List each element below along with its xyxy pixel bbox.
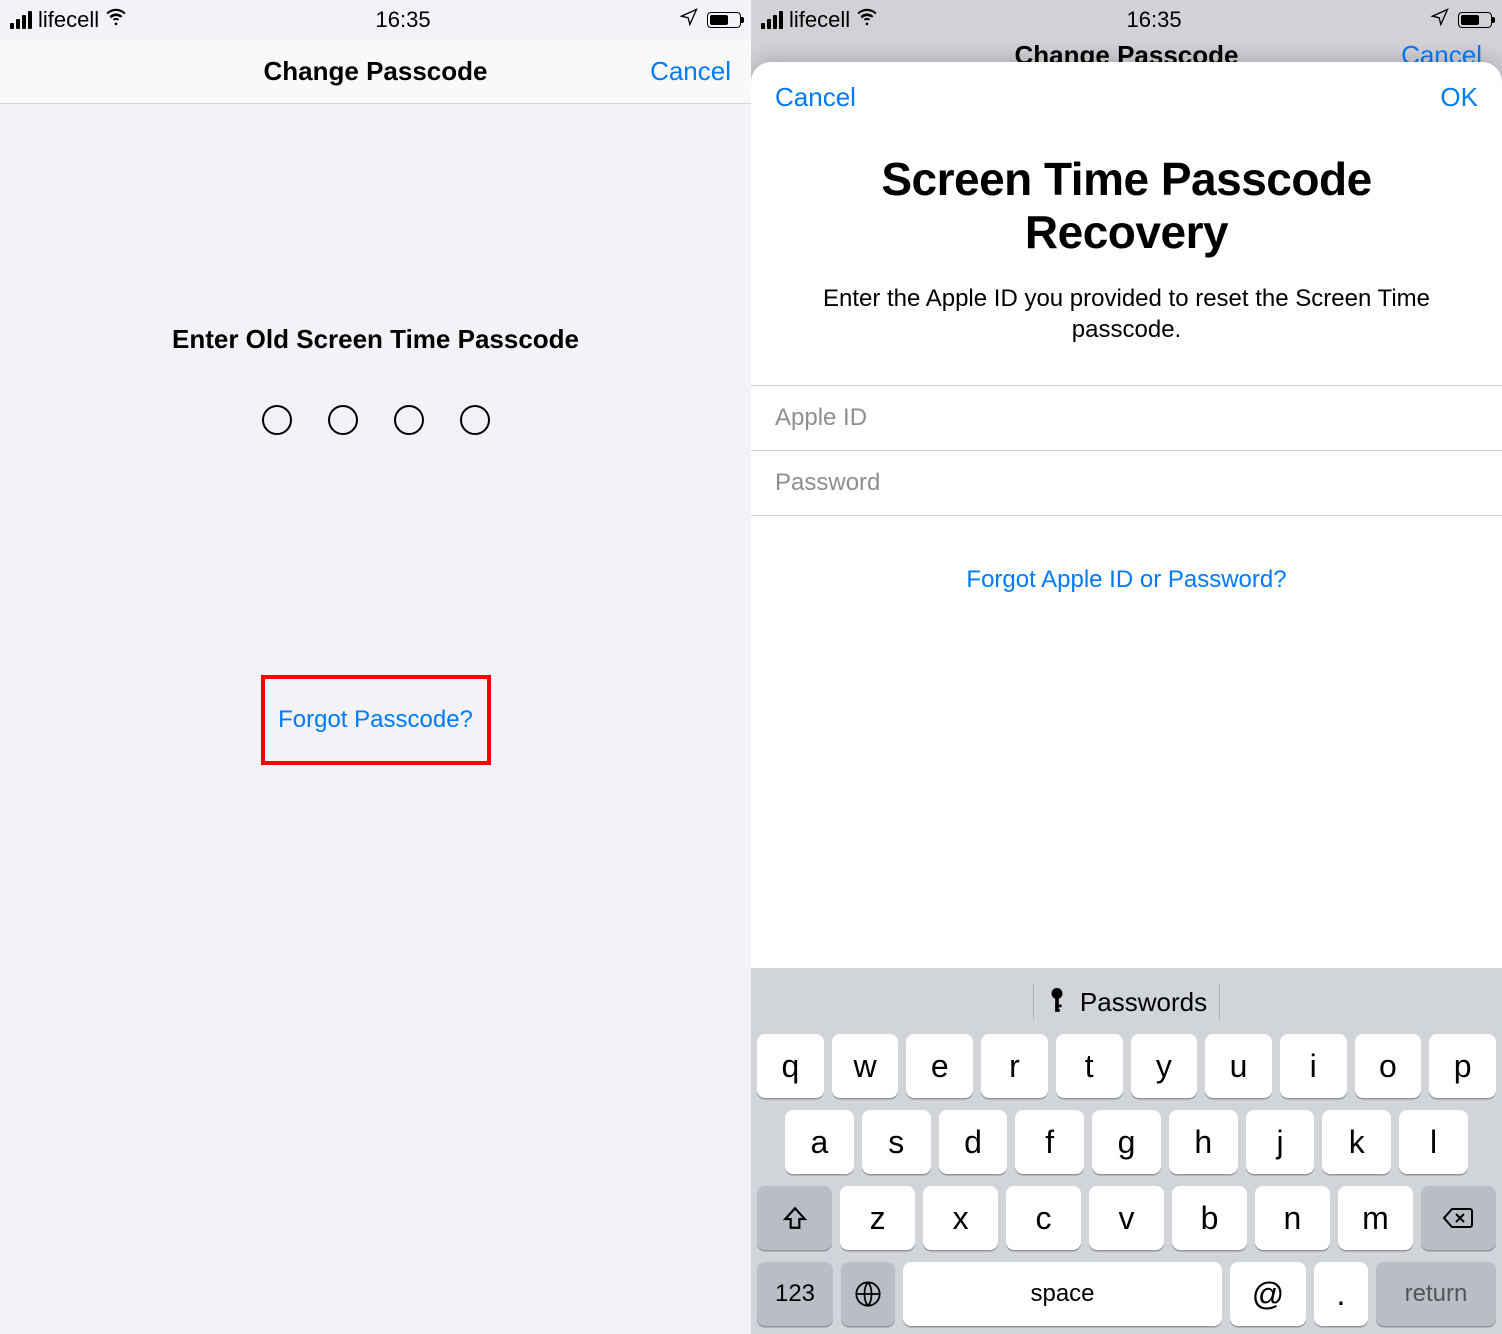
passcode-dot: [394, 405, 424, 435]
key-o[interactable]: o: [1355, 1034, 1422, 1098]
keyboard-row-3: zxcvbnm: [757, 1186, 1496, 1250]
suggestion-separator: [1219, 984, 1220, 1020]
key-t[interactable]: t: [1056, 1034, 1123, 1098]
key-y[interactable]: y: [1131, 1034, 1198, 1098]
key-k[interactable]: k: [1322, 1110, 1391, 1174]
key-a[interactable]: a: [785, 1110, 854, 1174]
signal-icon: [761, 11, 783, 29]
key-h[interactable]: h: [1169, 1110, 1238, 1174]
wifi-icon: [856, 6, 878, 34]
key-c[interactable]: c: [1006, 1186, 1081, 1250]
passwords-suggestion[interactable]: Passwords: [1080, 987, 1207, 1018]
phone-screen-passcode: lifecell 16:35 Change Passcode Cancel En…: [0, 0, 751, 1334]
clock: 16:35: [1127, 7, 1182, 33]
key-icon: [1046, 986, 1068, 1019]
key-z[interactable]: z: [840, 1186, 915, 1250]
status-bar: lifecell 16:35: [751, 0, 1502, 40]
key-u[interactable]: u: [1205, 1034, 1272, 1098]
forgot-passcode-link[interactable]: Forgot Passcode?: [278, 706, 473, 734]
wifi-icon: [105, 6, 127, 34]
key-n[interactable]: n: [1255, 1186, 1330, 1250]
key-d[interactable]: d: [939, 1110, 1008, 1174]
nav-bar: Change Passcode Cancel: [0, 40, 751, 104]
keyboard-row-1: qwertyuiop: [757, 1034, 1496, 1098]
modal-description: Enter the Apple ID you provided to reset…: [781, 283, 1472, 345]
carrier-label: lifecell: [38, 7, 99, 33]
passcode-dot: [460, 405, 490, 435]
location-icon: [679, 7, 699, 33]
key-g[interactable]: g: [1092, 1110, 1161, 1174]
clock: 16:35: [376, 7, 431, 33]
at-key[interactable]: @: [1230, 1262, 1306, 1326]
cancel-button[interactable]: Cancel: [650, 56, 731, 87]
key-v[interactable]: v: [1089, 1186, 1164, 1250]
key-q[interactable]: q: [757, 1034, 824, 1098]
phone-screen-recovery: lifecell 16:35 Change Passcode Cancel Ca…: [751, 0, 1502, 1334]
numeric-key[interactable]: 123: [757, 1262, 833, 1326]
key-r[interactable]: r: [981, 1034, 1048, 1098]
key-l[interactable]: l: [1399, 1110, 1468, 1174]
key-e[interactable]: e: [906, 1034, 973, 1098]
key-f[interactable]: f: [1015, 1110, 1084, 1174]
key-w[interactable]: w: [832, 1034, 899, 1098]
passcode-dots[interactable]: [0, 405, 751, 435]
key-b[interactable]: b: [1172, 1186, 1247, 1250]
forgot-apple-id-link[interactable]: Forgot Apple ID or Password?: [751, 566, 1502, 594]
dot-key[interactable]: .: [1314, 1262, 1368, 1326]
key-p[interactable]: p: [1429, 1034, 1496, 1098]
apple-id-field[interactable]: Apple ID: [751, 385, 1502, 451]
passcode-prompt: Enter Old Screen Time Passcode: [0, 324, 751, 355]
passcode-dot: [328, 405, 358, 435]
status-bar: lifecell 16:35: [0, 0, 751, 40]
key-j[interactable]: j: [1246, 1110, 1315, 1174]
battery-icon: [707, 12, 741, 28]
key-m[interactable]: m: [1338, 1186, 1413, 1250]
key-x[interactable]: x: [923, 1186, 998, 1250]
globe-key[interactable]: [841, 1262, 895, 1326]
cancel-button[interactable]: Cancel: [775, 82, 856, 113]
modal-sheet: Cancel OK Screen Time Passcode Recovery …: [751, 62, 1502, 1334]
password-field[interactable]: Password: [751, 451, 1502, 516]
suggestion-separator: [1033, 984, 1034, 1020]
location-icon: [1430, 7, 1450, 33]
battery-icon: [1458, 12, 1492, 28]
highlight-box: Forgot Passcode?: [261, 675, 491, 765]
page-title: Change Passcode: [264, 56, 488, 87]
passcode-dot: [262, 405, 292, 435]
modal-title: Screen Time Passcode Recovery: [781, 153, 1472, 259]
key-i[interactable]: i: [1280, 1034, 1347, 1098]
signal-icon: [10, 11, 32, 29]
key-s[interactable]: s: [862, 1110, 931, 1174]
shift-key[interactable]: [757, 1186, 832, 1250]
keyboard: Passwords qwertyuiop asdfghjkl zxcvbnm 1…: [751, 968, 1502, 1334]
keyboard-row-2: asdfghjkl: [757, 1110, 1496, 1174]
backspace-key[interactable]: [1421, 1186, 1496, 1250]
return-key[interactable]: return: [1376, 1262, 1496, 1326]
carrier-label: lifecell: [789, 7, 850, 33]
ok-button[interactable]: OK: [1440, 82, 1478, 113]
space-key[interactable]: space: [903, 1262, 1222, 1326]
